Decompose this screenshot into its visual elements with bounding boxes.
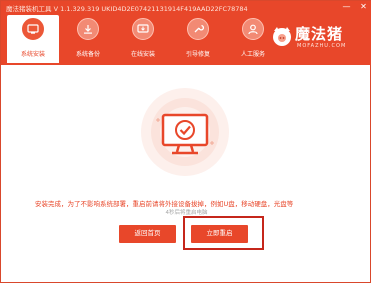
nav-item-system-install[interactable]: 系统安装 bbox=[7, 15, 59, 63]
restart-now-button[interactable]: 立即重启 bbox=[191, 225, 248, 243]
boot-repair-icon bbox=[187, 18, 209, 40]
install-complete-illustration bbox=[141, 88, 229, 176]
nav-label: 系统备份 bbox=[75, 51, 100, 58]
window-title: 魔法猪装机工具 V 1.1.329.319 UKID4D2E0742113191… bbox=[6, 5, 248, 13]
online-install-icon bbox=[132, 18, 154, 40]
nav-label: 引导修复 bbox=[185, 51, 210, 58]
nav-label: 在线安装 bbox=[130, 51, 155, 58]
nav-label: 系统安装 bbox=[20, 51, 45, 58]
minimize-icon[interactable]: — bbox=[342, 2, 351, 11]
monitor-check-icon bbox=[151, 98, 219, 166]
logo-subtitle: MOFAZHU.COM bbox=[297, 43, 347, 49]
app-window: 魔法猪装机工具 V 1.1.329.319 UKID4D2E0742113191… bbox=[0, 0, 371, 283]
install-icon bbox=[22, 18, 44, 40]
nav-item-boot-repair[interactable]: 引导修复 bbox=[172, 15, 224, 63]
restart-countdown: 4秒后将重启电脑 bbox=[165, 210, 208, 216]
pig-logo-icon bbox=[273, 27, 291, 46]
logo: 魔法猪 MOFAZHU.COM bbox=[271, 23, 367, 59]
window-controls: — ✕ bbox=[342, 2, 368, 11]
return-home-button[interactable]: 返回首页 bbox=[119, 225, 176, 243]
header: 魔法猪装机工具 V 1.1.329.319 UKID4D2E0742113191… bbox=[1, 1, 371, 65]
support-icon bbox=[242, 18, 264, 40]
backup-icon bbox=[77, 18, 99, 40]
install-complete-message: 安装完成，为了不影响系统部署，重启前请将外接设备拔掉，例如U盘，移动硬盘，光盘等 bbox=[35, 200, 294, 208]
main-nav: 系统安装 系统备份 在线安装 引导修复 人工服务 bbox=[7, 15, 282, 63]
nav-item-system-backup[interactable]: 系统备份 bbox=[62, 15, 114, 63]
logo-title: 魔法猪 bbox=[295, 25, 344, 43]
close-icon[interactable]: ✕ bbox=[359, 2, 368, 11]
nav-item-online-install[interactable]: 在线安装 bbox=[117, 15, 169, 63]
